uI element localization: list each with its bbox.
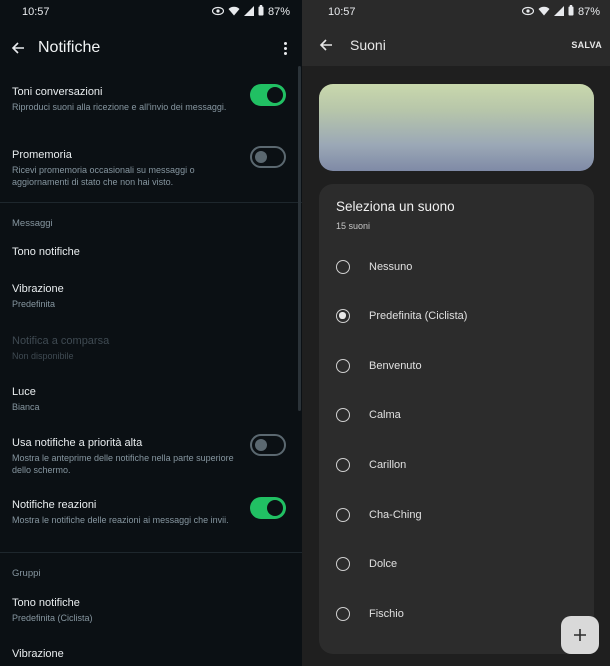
add-icon xyxy=(573,622,587,648)
radio-button[interactable] xyxy=(336,408,350,422)
setting-group-vibration[interactable]: Vibrazione xyxy=(12,647,292,661)
radio-button[interactable] xyxy=(336,508,350,522)
signal-icon xyxy=(553,5,564,19)
section-messages: Messaggi xyxy=(12,218,53,229)
eye-icon xyxy=(521,6,535,19)
sounds-screen: 10:57 87% Suoni SALVA Seleziona un suono… xyxy=(302,0,610,666)
reaction-notifications-toggle[interactable] xyxy=(250,497,286,519)
setting-light[interactable]: Luce Bianca xyxy=(12,385,292,413)
radio-button[interactable] xyxy=(336,458,350,472)
battery-percent: 87% xyxy=(267,6,290,18)
setting-group-tone[interactable]: Tono notifiche Predefinita (Ciclista) xyxy=(12,596,292,624)
sound-option-carillon[interactable]: Carillon xyxy=(336,454,576,476)
sound-option-dolce[interactable]: Dolce xyxy=(336,553,576,575)
more-options-icon[interactable] xyxy=(278,41,292,55)
back-arrow-icon[interactable] xyxy=(314,33,338,57)
reminders-toggle[interactable] xyxy=(250,146,286,168)
sounds-count: 15 suoni xyxy=(336,221,371,231)
radio-button-selected[interactable] xyxy=(336,309,350,323)
sound-option-predefinita[interactable]: Predefinita (Ciclista) xyxy=(336,305,576,327)
back-arrow-icon[interactable] xyxy=(6,36,30,60)
sound-option-nessuno[interactable]: Nessuno xyxy=(336,256,576,278)
scrollbar[interactable] xyxy=(298,66,301,411)
sound-option-benvenuto[interactable]: Benvenuto xyxy=(336,355,576,377)
divider xyxy=(0,552,302,553)
sheet-title: Seleziona un suono xyxy=(336,199,455,214)
setting-message-vibration[interactable]: Vibrazione Predefinita xyxy=(12,282,292,310)
wifi-icon xyxy=(538,6,550,19)
setting-message-tone[interactable]: Tono notifiche xyxy=(12,245,292,259)
battery-icon xyxy=(258,5,264,19)
divider xyxy=(0,202,302,203)
radio-button[interactable] xyxy=(336,557,350,571)
status-time: 10:57 xyxy=(22,6,50,18)
battery-icon xyxy=(568,5,574,19)
wifi-icon xyxy=(228,6,240,19)
sound-option-fischio[interactable]: Fischio xyxy=(336,603,576,625)
top-app-bar: Notifiche xyxy=(0,24,302,72)
radio-button[interactable] xyxy=(336,260,350,274)
section-groups: Gruppi xyxy=(12,568,41,579)
status-time: 10:57 xyxy=(328,6,356,18)
eye-icon xyxy=(211,6,225,19)
sound-picker-sheet: Seleziona un suono 15 suoni Nessuno Pred… xyxy=(319,184,594,654)
wallpaper-preview xyxy=(319,84,594,171)
sound-option-cha-ching[interactable]: Cha-Ching xyxy=(336,504,576,526)
status-bar: 10:57 87% xyxy=(0,0,302,24)
setting-popup-notification: Notifica a comparsa Non disponibile xyxy=(12,335,110,361)
page-title: Suoni xyxy=(350,37,386,53)
sound-option-calma[interactable]: Calma xyxy=(336,404,576,426)
save-button[interactable]: SALVA xyxy=(571,40,602,50)
add-sound-button[interactable] xyxy=(561,616,599,654)
conversation-tones-toggle[interactable] xyxy=(250,84,286,106)
notifications-screen: 10:57 87% Notifiche Toni conversazioni R… xyxy=(0,0,302,666)
page-title: Notifiche xyxy=(38,39,101,56)
signal-icon xyxy=(243,5,254,19)
status-bar: 10:57 87% xyxy=(302,0,610,24)
high-priority-toggle[interactable] xyxy=(250,434,286,456)
top-app-bar: Suoni SALVA xyxy=(302,24,610,66)
battery-percent: 87% xyxy=(577,6,600,18)
radio-button[interactable] xyxy=(336,359,350,373)
radio-button[interactable] xyxy=(336,607,350,621)
